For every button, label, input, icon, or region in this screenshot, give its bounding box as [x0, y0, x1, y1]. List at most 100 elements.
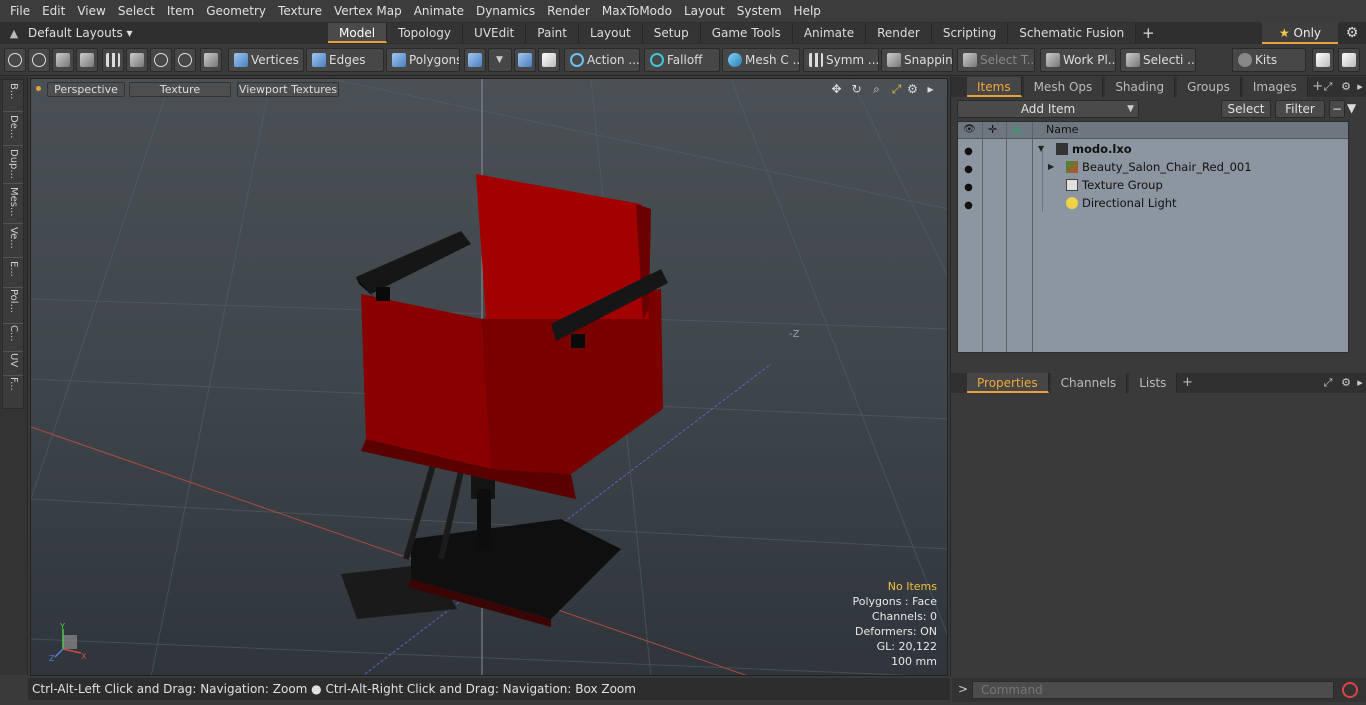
- record-icon[interactable]: [1342, 682, 1358, 698]
- work-plane-button[interactable]: Work Pl...: [1040, 48, 1116, 72]
- left-tab-basic[interactable]: B...: [5, 83, 19, 109]
- pivot-button[interactable]: [150, 48, 172, 72]
- tab-topology[interactable]: Topology: [387, 23, 464, 43]
- tab-game-tools[interactable]: Game Tools: [700, 23, 793, 43]
- tab-mesh-ops[interactable]: Mesh Ops: [1023, 77, 1104, 97]
- brush-button[interactable]: [76, 48, 98, 72]
- tab-layout[interactable]: Layout: [578, 23, 643, 43]
- orbit-button[interactable]: [174, 48, 196, 72]
- menu-animate[interactable]: Animate: [408, 0, 470, 22]
- action-center-button[interactable]: Action ...: [564, 48, 640, 72]
- vertices-button[interactable]: Vertices: [228, 48, 304, 72]
- eye-icon[interactable]: ●: [962, 179, 975, 193]
- left-tab-deform[interactable]: De...: [5, 115, 19, 143]
- left-tab-mesh-edit[interactable]: Mes...: [5, 187, 19, 221]
- center-button[interactable]: [126, 48, 148, 72]
- add-tab-button[interactable]: +: [1136, 23, 1160, 43]
- menu-system[interactable]: System: [731, 0, 788, 22]
- left-tab-polygon[interactable]: Pol...: [5, 289, 19, 321]
- menu-view[interactable]: View: [71, 0, 111, 22]
- menu-select[interactable]: Select: [112, 0, 161, 22]
- pen-button[interactable]: [52, 48, 74, 72]
- menu-edit[interactable]: Edit: [36, 0, 71, 22]
- panel-grip-icon[interactable]: [951, 373, 967, 393]
- default-layouts-dropdown[interactable]: Default Layouts ▾: [28, 26, 328, 40]
- tab-model[interactable]: Model: [328, 23, 388, 43]
- tab-shading[interactable]: Shading: [1105, 77, 1176, 97]
- mesh-constraints-button[interactable]: Mesh C ...: [722, 48, 800, 72]
- tab-schematic-fusion[interactable]: Schematic Fusion: [1008, 23, 1137, 43]
- snapping-button[interactable]: Snapping: [881, 48, 953, 72]
- left-tab-duplicate[interactable]: Dup...: [5, 149, 19, 181]
- funnel-icon[interactable]: ▼: [1347, 101, 1356, 115]
- rotate-view-icon[interactable]: ↻: [849, 82, 864, 97]
- props-expand-icon[interactable]: ⤢: [1321, 376, 1335, 390]
- expand-triangle-icon[interactable]: ▶: [1048, 158, 1054, 176]
- add-item-dropdown[interactable]: Add Item ▼: [957, 100, 1139, 118]
- tab-render[interactable]: Render: [866, 23, 932, 43]
- symmetry-sphere-button[interactable]: [514, 48, 536, 72]
- left-tab-uv[interactable]: UV: [5, 353, 19, 373]
- left-tab-curve[interactable]: C...: [5, 325, 19, 349]
- viewport-menu-dot[interactable]: [36, 86, 41, 91]
- maximize-icon[interactable]: ⤢: [889, 82, 904, 97]
- menu-file[interactable]: File: [4, 0, 36, 22]
- symmetry-button[interactable]: Symm ...: [803, 48, 879, 72]
- menu-maxtomodo[interactable]: MaxToModo: [596, 0, 678, 22]
- menu-texture[interactable]: Texture: [272, 0, 328, 22]
- filter-button[interactable]: Filter: [1275, 100, 1325, 118]
- align-button[interactable]: [102, 48, 124, 72]
- material-dropdown[interactable]: ▼: [488, 48, 512, 72]
- props-arrow-icon[interactable]: ▸: [1353, 376, 1366, 390]
- polygons-button[interactable]: Polygons: [386, 48, 460, 72]
- collapse-icon[interactable]: −: [1329, 100, 1345, 118]
- falloff-button[interactable]: Falloff: [644, 48, 720, 72]
- menu-layout[interactable]: Layout: [678, 0, 731, 22]
- viewport-textures-button[interactable]: Viewport Textures: [237, 82, 339, 97]
- move-view-icon[interactable]: ✥: [829, 82, 844, 97]
- globe-button[interactable]: [28, 48, 50, 72]
- menu-vertex-map[interactable]: Vertex Map: [328, 0, 408, 22]
- panel-expand-icon[interactable]: ⤢: [1321, 80, 1335, 94]
- props-gear-icon[interactable]: ⚙: [1339, 376, 1353, 390]
- layout-collapse-icon[interactable]: ▲: [0, 27, 28, 40]
- tab-channels[interactable]: Channels: [1050, 373, 1128, 393]
- select-button[interactable]: Select: [1221, 100, 1271, 118]
- list-item[interactable]: ● Texture Group: [958, 176, 1348, 194]
- panel-arrow-icon[interactable]: ▸: [1353, 80, 1366, 94]
- tab-groups[interactable]: Groups: [1177, 77, 1241, 97]
- kits-button[interactable]: Kits: [1232, 48, 1306, 72]
- list-item[interactable]: ● ▼ modo.lxo: [958, 140, 1348, 158]
- items-mode-button[interactable]: [200, 48, 222, 72]
- select-mode-button[interactable]: [4, 48, 26, 72]
- tab-images[interactable]: Images: [1242, 77, 1308, 97]
- edges-button[interactable]: Edges: [306, 48, 384, 72]
- eye-icon[interactable]: ●: [962, 161, 975, 175]
- menu-geometry[interactable]: Geometry: [200, 0, 272, 22]
- only-toggle[interactable]: ★ Only: [1262, 22, 1338, 44]
- eye-icon[interactable]: ●: [962, 197, 975, 211]
- left-tab-vertex[interactable]: Ve...: [5, 227, 19, 255]
- tab-paint[interactable]: Paint: [526, 23, 579, 43]
- selection-sets-button[interactable]: Selecti ...: [1120, 48, 1196, 72]
- perspective-button[interactable]: Perspective: [47, 82, 125, 97]
- panel-grip-icon[interactable]: [951, 77, 967, 97]
- item-list-scrollbar[interactable]: [1353, 121, 1361, 353]
- tab-setup[interactable]: Setup: [642, 23, 701, 43]
- command-input[interactable]: [972, 681, 1334, 699]
- tab-uvedit[interactable]: UVEdit: [463, 23, 527, 43]
- zoom-view-icon[interactable]: ⌕: [869, 82, 884, 97]
- left-tab-fusion[interactable]: F...: [5, 377, 19, 405]
- add-props-tab-button[interactable]: +: [1179, 373, 1195, 393]
- symmetry-sphere2-button[interactable]: [538, 48, 560, 72]
- unreal-button[interactable]: [1338, 48, 1360, 72]
- 3d-viewport[interactable]: -Z Perspective Texture Viewport Textures…: [30, 78, 948, 676]
- list-item[interactable]: ● ▶ Beauty_Salon_Chair_Red_001: [958, 158, 1348, 176]
- unity-button[interactable]: [1312, 48, 1334, 72]
- viewport-arrow-icon[interactable]: ▸: [923, 82, 938, 97]
- material-button[interactable]: [464, 48, 486, 72]
- gear-icon[interactable]: ⚙: [1344, 25, 1360, 41]
- menu-dynamics[interactable]: Dynamics: [470, 0, 541, 22]
- tab-lists[interactable]: Lists: [1129, 373, 1178, 393]
- tab-animate[interactable]: Animate: [792, 23, 867, 43]
